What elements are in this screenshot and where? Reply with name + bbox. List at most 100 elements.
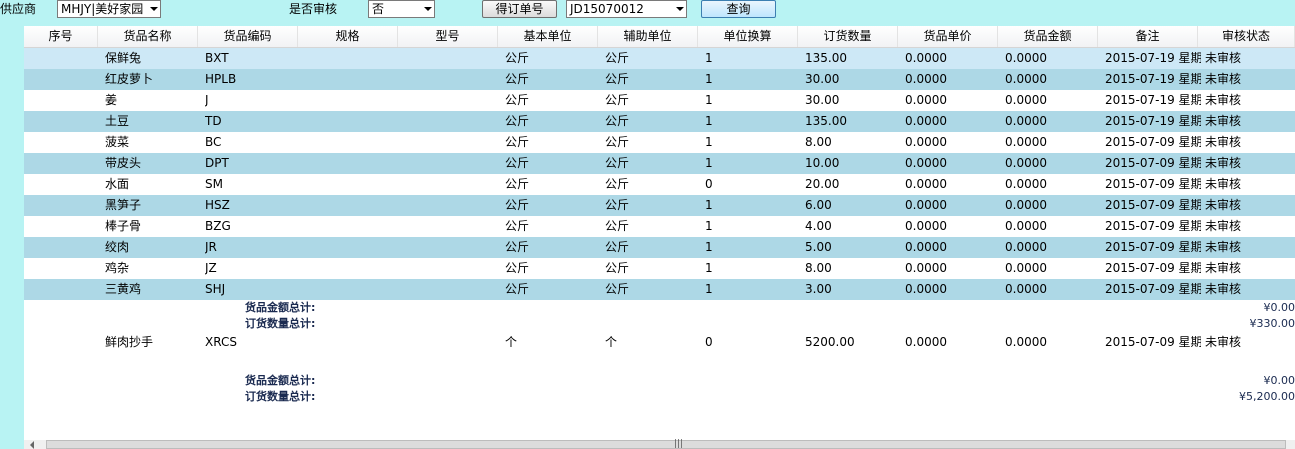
cell-name: 绞肉	[105, 240, 130, 254]
cell-unit: 公斤	[505, 219, 530, 233]
horizontal-scrollbar[interactable]: |||	[24, 440, 1295, 449]
qty-total-label: 订货数量总计:	[245, 390, 316, 403]
cell-amount: 0.0000	[1005, 51, 1047, 65]
cell-qty: 30.00	[805, 93, 840, 107]
cell-aux: 公斤	[605, 135, 630, 149]
order-grid: 序号 货品名称 货品编码 规格 型号 基本单位 辅助单位 单位换算 订货数量 货品单价 货品金额 备注…	[24, 26, 1295, 449]
query-button[interactable]: 查询	[701, 0, 776, 18]
cell-aux: 公斤	[605, 219, 630, 233]
audit-value: 否	[372, 2, 385, 16]
cell-aux: 公斤	[605, 282, 630, 296]
cell-amount: 0.0000	[1005, 282, 1047, 296]
table-row[interactable]: 菠菜 BC 公斤 公斤 1 8.00 0.0000 0.0000 2015-07-09 星期 未审…	[24, 132, 1295, 153]
cell-code: SM	[205, 177, 223, 191]
cell-amount: 0.0000	[1005, 335, 1047, 349]
cell-amount: 0.0000	[1005, 72, 1047, 86]
column-header[interactable]: 货品名称	[98, 26, 198, 47]
cell-unit: 公斤	[505, 72, 530, 86]
column-header[interactable]: 货品编码	[198, 26, 298, 47]
audit-select[interactable]: 否	[368, 0, 435, 18]
cell-note: 2015-07-19 星期	[1105, 93, 1201, 107]
table-row[interactable]: 鸡杂 JZ 公斤 公斤 1 8.00 0.0000 0.0000 2015-07-09 星期 未审…	[24, 258, 1295, 279]
column-header[interactable]: 序号	[24, 26, 98, 47]
cell-status: 未审核	[1205, 51, 1242, 65]
order-number-select[interactable]: JD15070012	[566, 0, 687, 18]
cell-unit: 公斤	[505, 156, 530, 170]
cell-code: JZ	[205, 261, 217, 275]
column-header[interactable]: 订货数量	[798, 26, 898, 47]
cell-price: 0.0000	[905, 51, 947, 65]
table-row[interactable]: 保鲜兔 BXT 公斤 公斤 1 135.00 0.0000 0.0000 2015-07-19 …	[24, 48, 1295, 69]
cell-price: 0.0000	[905, 93, 947, 107]
cell-status: 未审核	[1205, 240, 1242, 254]
table-row[interactable]: 土豆 TD 公斤 公斤 1 135.00 0.0000 0.0000 2015-07-19 星期…	[24, 111, 1295, 132]
cell-code: DPT	[205, 156, 229, 170]
column-header[interactable]: 货品金额	[998, 26, 1098, 47]
table-row[interactable]: 红皮萝卜 HPLB 公斤 公斤 1 30.00 0.0000 0.0000 2015-07-19…	[24, 69, 1295, 90]
cell-amount: 0.0000	[1005, 156, 1047, 170]
cell-status: 未审核	[1205, 282, 1242, 296]
cell-amount: 0.0000	[1005, 93, 1047, 107]
chevron-down-icon[interactable]	[672, 1, 686, 17]
table-row[interactable]: 姜 J 公斤 公斤 1 30.00 0.0000 0.0000 2015-07-19 星期 未审核	[24, 90, 1295, 111]
cell-note: 2015-07-09 星期	[1105, 177, 1201, 191]
cell-status: 未审核	[1205, 156, 1242, 170]
cell-unit: 公斤	[505, 261, 530, 275]
cell-note: 2015-07-09 星期	[1105, 261, 1201, 275]
chevron-down-icon[interactable]	[146, 1, 160, 17]
cell-amount: 0.0000	[1005, 177, 1047, 191]
cell-qty: 20.00	[805, 177, 840, 191]
cell-conv: 1	[705, 219, 713, 233]
cell-note: 2015-07-09 星期	[1105, 282, 1201, 296]
cell-unit: 公斤	[505, 177, 530, 191]
table-row[interactable]: 绞肉 JR 公斤 公斤 1 5.00 0.0000 0.0000 2015-07-09 星期 未审…	[24, 237, 1295, 258]
table-row[interactable]: 水面 SM 公斤 公斤 0 20.00 0.0000 0.0000 2015-07-09 星期未…	[24, 174, 1295, 195]
cell-amount: 0.0000	[1005, 240, 1047, 254]
column-header[interactable]: 型号	[398, 26, 498, 47]
cell-qty: 4.00	[805, 219, 832, 233]
grip-icon: |||	[674, 439, 684, 449]
cell-unit: 公斤	[505, 51, 530, 65]
cell-unit: 公斤	[505, 240, 530, 254]
chevron-down-icon[interactable]	[420, 1, 434, 17]
cell-code: TD	[205, 114, 222, 128]
supplier-select[interactable]: MHJY|美好家园	[57, 0, 161, 18]
order-number-value: JD15070012	[570, 2, 644, 16]
cell-note: 2015-07-19 星期	[1105, 72, 1201, 86]
cell-aux: 公斤	[605, 51, 630, 65]
cell-note: 2015-07-09 星期	[1105, 335, 1201, 349]
cell-code: SHJ	[205, 282, 226, 296]
cell-price: 0.0000	[905, 282, 947, 296]
column-header[interactable]: 货品单价	[898, 26, 998, 47]
cell-qty: 8.00	[805, 261, 832, 275]
get-order-number-button[interactable]: 得订单号	[482, 0, 557, 18]
cell-aux: 公斤	[605, 156, 630, 170]
cell-note: 2015-07-09 星期	[1105, 135, 1201, 149]
column-header[interactable]: 备注	[1098, 26, 1198, 47]
grid-header: 序号 货品名称 货品编码 规格 型号 基本单位 辅助单位 单位换算 订货数量 货品单价 货品金额 备注…	[24, 26, 1295, 48]
cell-conv: 1	[705, 51, 713, 65]
table-row[interactable]: 带皮头 DPT 公斤 公斤 1 10.00 0.0000 0.0000 2015-07-09 星…	[24, 153, 1295, 174]
cell-name: 鲜肉抄手	[105, 335, 154, 349]
column-header[interactable]: 单位换算	[698, 26, 798, 47]
table-row[interactable]: 棒子骨 BZG 公斤 公斤 1 4.00 0.0000 0.0000 2015-07-09 星期…	[24, 216, 1295, 237]
table-row[interactable]: 鲜肉抄手 XRCS 个 个 0 5200.00 0.0000 0.0000 2015-07-09…	[24, 332, 1295, 353]
scrollbar-thumb[interactable]	[46, 440, 1286, 449]
cell-unit: 公斤	[505, 282, 530, 296]
cell-note: 2015-07-09 星期	[1105, 156, 1201, 170]
column-header[interactable]: 辅助单位	[598, 26, 698, 47]
column-header[interactable]: 规格	[298, 26, 398, 47]
scroll-left-icon[interactable]	[30, 441, 34, 449]
column-header[interactable]: 基本单位	[498, 26, 598, 47]
cell-price: 0.0000	[905, 198, 947, 212]
cell-aux: 公斤	[605, 261, 630, 275]
table-row[interactable]: 黑笋子 HSZ 公斤 公斤 1 6.00 0.0000 0.0000 2015-07-09 星期…	[24, 195, 1295, 216]
cell-aux: 个	[605, 335, 618, 349]
column-header[interactable]: 审核状态	[1198, 26, 1295, 47]
table-row[interactable]: 三黄鸡 SHJ 公斤 公斤 1 3.00 0.0000 0.0000 2015-07-09 星期…	[24, 279, 1295, 300]
cell-amount: 0.0000	[1005, 135, 1047, 149]
cell-unit: 公斤	[505, 135, 530, 149]
cell-conv: 1	[705, 135, 713, 149]
cell-amount: 0.0000	[1005, 114, 1047, 128]
cell-conv: 1	[705, 93, 713, 107]
